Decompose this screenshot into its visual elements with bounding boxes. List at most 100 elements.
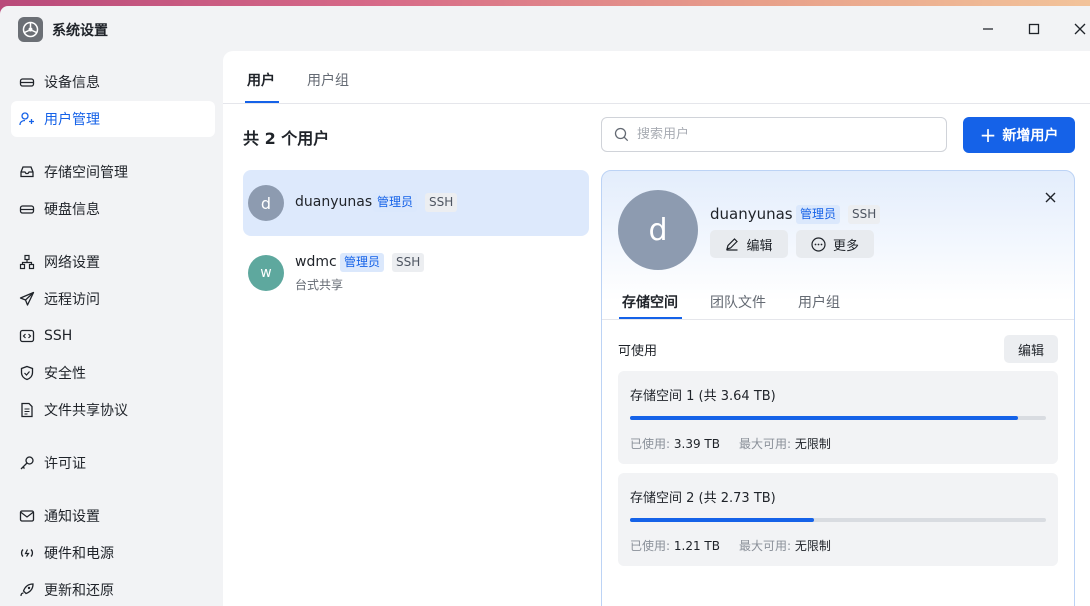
settings-window: 系统设置 设备信息 用户管理 存储空间管理 硬盘信息 网络设置 远程访问 SSH… — [0, 6, 1090, 606]
tab-active-indicator — [245, 101, 279, 103]
code-icon — [19, 328, 35, 344]
user-row-duanyunas[interactable]: d duanyunas 管理员 SSH — [243, 170, 589, 236]
sidebar-item-label: 通知设置 — [44, 509, 100, 525]
max-label: 最大可用: — [739, 539, 792, 553]
sidebar-item-file-sharing[interactable]: 文件共享协议 — [11, 392, 215, 428]
used-info: 已使用: 1.21 TB — [630, 537, 720, 554]
close-icon — [1045, 192, 1055, 202]
storage-card: 存储空间 2 (共 2.73 TB) 已使用: 1.21 TB 最大可用: 无限… — [618, 473, 1058, 566]
user-name: duanyunas — [295, 194, 373, 210]
main-tabs: 用户 用户组 — [223, 51, 1090, 104]
tab-active-indicator — [619, 317, 682, 319]
maximize-button[interactable] — [1020, 16, 1048, 42]
shield-icon — [19, 365, 35, 381]
close-detail-button[interactable] — [1040, 187, 1060, 207]
power-icon — [19, 545, 35, 561]
sidebar-item-label: 用户管理 — [44, 112, 100, 128]
sidebar-item-remote-access[interactable]: 远程访问 — [11, 281, 215, 317]
avatar: d — [248, 185, 284, 221]
sidebar-item-label: 更新和还原 — [44, 583, 114, 599]
sidebar-item-network[interactable]: 网络设置 — [11, 244, 215, 280]
avatar: d — [618, 190, 698, 270]
more-button[interactable]: 更多 — [796, 230, 874, 258]
user-row-wdmc[interactable]: w wdmc 管理员 SSH 台式共享 — [243, 236, 589, 302]
usage-bar-fill — [630, 416, 1018, 420]
pencil-icon — [725, 237, 739, 251]
network-icon — [19, 254, 35, 270]
search-input[interactable] — [637, 127, 917, 142]
more-icon — [811, 236, 826, 252]
tab-user-groups[interactable]: 用户组 — [798, 292, 840, 312]
main-content: 用户 用户组 共 2 个用户 + 新增用户 d duanyunas 管理员 SS… — [223, 51, 1090, 606]
sidebar-item-label: 安全性 — [44, 366, 86, 382]
edit-user-button[interactable]: 编辑 — [710, 230, 788, 258]
sidebar-item-license[interactable]: 许可证 — [11, 445, 215, 481]
rocket-icon — [19, 582, 35, 598]
ssh-badge: SSH — [848, 205, 881, 224]
admin-badge: 管理员 — [340, 253, 385, 272]
used-label: 已使用: — [630, 539, 671, 553]
send-icon — [19, 291, 35, 307]
tab-storage[interactable]: 存储空间 — [622, 292, 678, 312]
sidebar-item-ssh[interactable]: SSH — [11, 318, 215, 354]
usage-bar-fill — [630, 518, 815, 522]
edit-storage-button[interactable]: 编辑 — [1004, 335, 1058, 363]
max-info: 最大可用: 无限制 — [739, 537, 831, 554]
storage-card: 存储空间 1 (共 3.64 TB) 已使用: 3.39 TB 最大可用: 无限… — [618, 371, 1058, 464]
tab-user-groups[interactable]: 用户组 — [307, 70, 349, 90]
edit-label: 编辑 — [746, 238, 773, 254]
title-bar: 系统设置 — [0, 6, 1090, 50]
detail-user-name: duanyunas — [710, 205, 793, 223]
search-icon — [614, 127, 629, 142]
sidebar-item-label: 许可证 — [44, 456, 86, 472]
used-info: 已使用: 3.39 TB — [630, 435, 720, 452]
sidebar-item-label: 远程访问 — [44, 292, 100, 308]
avatar: w — [248, 255, 284, 291]
max-info: 最大可用: 无限制 — [739, 435, 831, 452]
sidebar-item-label: 设备信息 — [44, 75, 100, 91]
more-label: 更多 — [832, 238, 859, 254]
sidebar-item-label: 网络设置 — [44, 255, 100, 271]
used-label: 已使用: — [630, 437, 671, 451]
disk-icon — [19, 201, 35, 217]
sidebar-item-hardware-power[interactable]: 硬件和电源 — [11, 535, 215, 571]
usage-bar — [630, 416, 1046, 420]
sidebar-item-label: 硬盘信息 — [44, 202, 100, 218]
sidebar-item-user-management[interactable]: 用户管理 — [11, 101, 215, 137]
sidebar-item-update-restore[interactable]: 更新和还原 — [11, 572, 215, 606]
ssh-badge: SSH — [425, 193, 458, 212]
sidebar-item-label: SSH — [44, 328, 73, 344]
ssh-badge: SSH — [392, 253, 425, 272]
tab-users[interactable]: 用户 — [247, 70, 275, 90]
admin-badge: 管理员 — [373, 193, 418, 212]
search-box[interactable] — [601, 117, 947, 152]
sidebar-item-security[interactable]: 安全性 — [11, 355, 215, 391]
minimize-icon — [983, 28, 993, 30]
minimize-button[interactable] — [974, 16, 1002, 42]
used-value: 1.21 TB — [673, 539, 720, 553]
window-title: 系统设置 — [52, 23, 108, 39]
plus-icon: + — [979, 123, 997, 147]
max-value: 无限制 — [794, 539, 831, 553]
mail-icon — [19, 508, 35, 524]
sidebar-item-notifications[interactable]: 通知设置 — [11, 498, 215, 534]
available-label: 可使用 — [618, 344, 658, 359]
add-user-label: 新增用户 — [1002, 128, 1059, 144]
usage-bar — [630, 518, 1046, 522]
max-label: 最大可用: — [739, 437, 792, 451]
user-detail-panel: d duanyunas 管理员 SSH 编辑 更多 存储空间 团队文件 用户组 … — [601, 170, 1075, 606]
admin-badge: 管理员 — [796, 205, 841, 224]
sidebar: 设备信息 用户管理 存储空间管理 硬盘信息 网络设置 远程访问 SSH 安全性 — [0, 50, 222, 606]
close-window-button[interactable] — [1066, 16, 1090, 42]
sidebar-item-storage[interactable]: 存储空间管理 — [11, 154, 215, 190]
device-icon — [19, 74, 35, 90]
tab-team-files[interactable]: 团队文件 — [710, 292, 766, 312]
user-description: 台式共享 — [295, 278, 344, 292]
sidebar-item-label: 存储空间管理 — [44, 165, 128, 181]
sidebar-item-disk-info[interactable]: 硬盘信息 — [11, 191, 215, 227]
add-user-button[interactable]: + 新增用户 — [963, 117, 1075, 153]
app-logo-icon — [18, 17, 43, 42]
key-icon — [19, 455, 35, 471]
storage-title: 存储空间 1 (共 3.64 TB) — [630, 389, 776, 404]
sidebar-item-device-info[interactable]: 设备信息 — [11, 64, 215, 100]
